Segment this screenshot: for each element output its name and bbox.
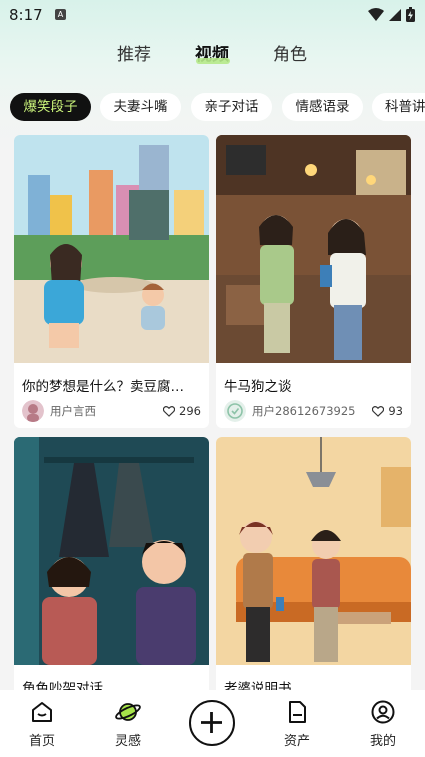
video-card[interactable]: 牛马狗之谈 用户28612673925 93 <box>216 135 411 428</box>
video-thumbnail[interactable] <box>14 135 209 363</box>
avatar <box>224 400 246 422</box>
chip-parent-child[interactable]: 亲子对话 <box>191 93 272 121</box>
planet-icon <box>115 703 141 721</box>
chip-jokes[interactable]: 爆笑段子 <box>10 93 91 121</box>
chip-couple[interactable]: 夫妻斗嘴 <box>100 93 181 121</box>
bottom-nav: 首页 灵感 资产 我的 <box>0 690 425 757</box>
nav-home[interactable]: 首页 <box>12 700 72 749</box>
video-card[interactable]: 角色吵架对话 <box>14 437 209 697</box>
nav-inspiration[interactable]: 灵感 <box>98 700 158 749</box>
card-title: 牛马狗之谈 <box>224 379 292 395</box>
home-icon <box>32 702 52 722</box>
nav-mine[interactable]: 我的 <box>353 700 413 749</box>
nav-inspiration-label: 灵感 <box>114 734 141 749</box>
active-tab-indicator <box>196 58 230 64</box>
signal-icon <box>389 8 401 21</box>
like-count[interactable]: 93 <box>372 404 403 418</box>
likes-value: 296 <box>179 404 201 418</box>
heart-icon <box>163 405 176 417</box>
video-thumbnail[interactable] <box>216 135 411 363</box>
status-icons <box>368 7 415 22</box>
plus-icon <box>201 712 222 733</box>
likes-value: 93 <box>388 404 403 418</box>
nav-assets[interactable]: 资产 <box>267 700 327 749</box>
card-author: 用户言西 <box>22 400 96 422</box>
status-time: 8:17 <box>9 6 43 24</box>
card-title: 你的梦想是什么？卖豆腐… <box>22 379 184 395</box>
video-card[interactable]: 你的梦想是什么？卖豆腐… 用户言西 296 <box>14 135 209 428</box>
avatar <box>22 400 44 422</box>
like-count[interactable]: 296 <box>163 404 201 418</box>
video-thumbnail[interactable] <box>14 437 209 665</box>
tab-recommend[interactable]: 推荐 <box>117 40 151 65</box>
wifi-icon <box>368 7 384 21</box>
nav-home-label: 首页 <box>28 734 55 749</box>
card-author: 用户28612673925 <box>224 400 355 422</box>
notification-icon: A <box>55 9 66 20</box>
author-name: 用户28612673925 <box>252 404 356 418</box>
chip-emotion[interactable]: 情感语录 <box>282 93 363 121</box>
status-bar: 8:17 A <box>0 0 425 30</box>
heart-icon <box>372 405 385 417</box>
chip-science[interactable]: 科普讲 <box>372 93 425 121</box>
author-name: 用户言西 <box>50 404 96 418</box>
category-chips: 爆笑段子 夫妻斗嘴 亲子对话 情感语录 科普讲 <box>0 93 425 121</box>
create-button[interactable] <box>189 700 235 746</box>
battery-icon <box>406 7 415 22</box>
tab-character[interactable]: 角色 <box>273 40 307 65</box>
nav-mine-label: 我的 <box>369 734 396 749</box>
document-icon <box>289 701 306 723</box>
video-card[interactable]: 老婆说明书 <box>216 437 411 697</box>
nav-assets-label: 资产 <box>283 734 310 749</box>
user-icon <box>371 700 395 724</box>
video-thumbnail[interactable] <box>216 437 411 665</box>
